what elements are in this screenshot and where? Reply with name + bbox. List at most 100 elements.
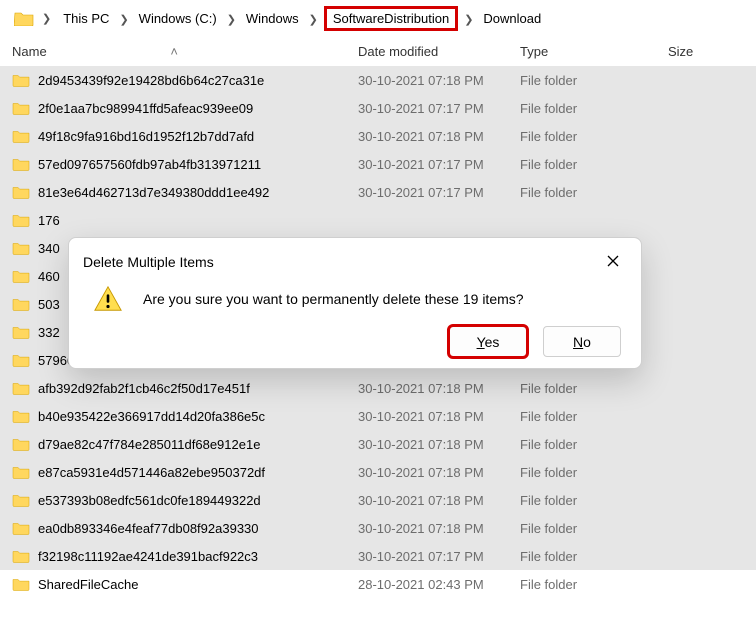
- file-row[interactable]: d79ae82c47f784e285011df68e912e1e 30-10-20…: [0, 430, 756, 458]
- file-type: File folder: [512, 157, 660, 172]
- folder-icon: [12, 549, 30, 563]
- file-date: 30-10-2021 07:18 PM: [350, 73, 512, 88]
- file-type: File folder: [512, 437, 660, 452]
- file-name: 49f18c9fa916bd16d1952f12b7dd7afd: [38, 129, 254, 144]
- file-name: 340: [38, 241, 60, 256]
- breadcrumb-separator: ❯: [303, 14, 324, 26]
- column-header-date[interactable]: Date modified: [350, 44, 512, 59]
- sort-indicator-icon: ˄: [170, 44, 180, 59]
- breadcrumb-item[interactable]: SoftwareDistribution: [324, 6, 458, 31]
- folder-icon: [12, 269, 30, 283]
- file-date: 30-10-2021 07:18 PM: [350, 129, 512, 144]
- folder-icon: [12, 185, 30, 199]
- file-row[interactable]: e87ca5931e4d571446a82ebe950372df 30-10-20…: [0, 458, 756, 486]
- file-name: 2d9453439f92e19428bd6b64c27ca31e: [38, 73, 264, 88]
- warning-icon: [93, 284, 123, 314]
- file-row[interactable]: 2d9453439f92e19428bd6b64c27ca31e 30-10-20…: [0, 66, 756, 94]
- yes-button[interactable]: Yes: [449, 326, 527, 357]
- file-row[interactable]: f32198c11192ae4241de391bacf922c3 30-10-20…: [0, 542, 756, 570]
- file-date: 30-10-2021 07:17 PM: [350, 157, 512, 172]
- file-type: File folder: [512, 577, 660, 592]
- file-row[interactable]: b40e935422e366917dd14d20fa386e5c 30-10-20…: [0, 402, 756, 430]
- root-folder-icon[interactable]: [14, 10, 34, 26]
- column-header-type[interactable]: Type: [512, 44, 660, 59]
- close-icon: [607, 255, 619, 270]
- file-type: File folder: [512, 521, 660, 536]
- folder-icon: [12, 73, 30, 87]
- file-date: 30-10-2021 07:18 PM: [350, 465, 512, 480]
- file-type: File folder: [512, 493, 660, 508]
- breadcrumb-separator: ❯: [221, 14, 242, 26]
- dialog-close-button[interactable]: [599, 248, 627, 276]
- file-type: File folder: [512, 381, 660, 396]
- breadcrumb-separator: ❯: [458, 14, 479, 26]
- no-button[interactable]: No: [543, 326, 621, 357]
- column-header-size[interactable]: Size: [660, 44, 744, 59]
- file-row[interactable]: SharedFileCache 28-10-2021 02:43 PMFile f…: [0, 570, 756, 598]
- folder-icon: [12, 325, 30, 339]
- file-row[interactable]: ea0db893346e4feaf77db08f92a3933030-10-20…: [0, 514, 756, 542]
- file-name: 503: [38, 297, 60, 312]
- folder-icon: [12, 129, 30, 143]
- breadcrumb-separator: ❯: [36, 12, 57, 25]
- breadcrumb-item[interactable]: Windows (C:): [135, 9, 221, 28]
- file-date: 30-10-2021 07:18 PM: [350, 381, 512, 396]
- delete-confirmation-dialog: Delete Multiple Items Are you sure you w…: [68, 237, 642, 369]
- folder-icon: [12, 101, 30, 115]
- file-date: 30-10-2021 07:17 PM: [350, 185, 512, 200]
- folder-icon: [12, 437, 30, 451]
- breadcrumb-item[interactable]: Windows: [242, 9, 303, 28]
- breadcrumb: ❯ This PC❯Windows (C:)❯Windows❯SoftwareD…: [0, 0, 756, 36]
- folder-icon: [12, 157, 30, 171]
- file-type: File folder: [512, 185, 660, 200]
- file-name: f32198c11192ae4241de391bacf922c3: [38, 549, 258, 564]
- folder-icon: [12, 409, 30, 423]
- file-name: 332: [38, 325, 60, 340]
- file-row[interactable]: 176: [0, 206, 756, 234]
- file-type: File folder: [512, 465, 660, 480]
- file-row[interactable]: e537393b08edfc561dc0fe189449322d 30-10-20…: [0, 486, 756, 514]
- file-type: File folder: [512, 73, 660, 88]
- breadcrumb-separator: ❯: [113, 14, 134, 26]
- file-name: b40e935422e366917dd14d20fa386e5c: [38, 409, 265, 424]
- file-row[interactable]: 2f0e1aa7bc989941ffd5afeac939ee09 30-10-20…: [0, 94, 756, 122]
- file-date: 30-10-2021 07:17 PM: [350, 101, 512, 116]
- file-type: File folder: [512, 101, 660, 116]
- file-type: File folder: [512, 409, 660, 424]
- file-row[interactable]: 57ed097657560fdb97ab4fb313971211 30-10-20…: [0, 150, 756, 178]
- file-name: afb392d92fab2f1cb46c2f50d17e451f: [38, 381, 250, 396]
- folder-icon: [12, 381, 30, 395]
- folder-icon: [12, 241, 30, 255]
- folder-icon: [12, 577, 30, 591]
- folder-icon: [12, 297, 30, 311]
- dialog-title: Delete Multiple Items: [83, 254, 214, 270]
- file-name: e87ca5931e4d571446a82ebe950372df: [38, 465, 265, 480]
- column-header-name[interactable]: Name ˄: [12, 44, 350, 59]
- folder-icon: [12, 521, 30, 535]
- file-name: 57ed097657560fdb97ab4fb313971211: [38, 157, 261, 172]
- dialog-message: Are you sure you want to permanently del…: [143, 291, 524, 307]
- file-row[interactable]: 81e3e64d462713d7e349380ddd1ee492 30-10-20…: [0, 178, 756, 206]
- folder-icon: [12, 465, 30, 479]
- folder-icon: [12, 213, 30, 227]
- file-date: 30-10-2021 07:17 PM: [350, 549, 512, 564]
- file-date: 30-10-2021 07:18 PM: [350, 521, 512, 536]
- file-type: File folder: [512, 549, 660, 564]
- breadcrumb-item[interactable]: This PC: [59, 9, 113, 28]
- file-date: 28-10-2021 02:43 PM: [350, 577, 512, 592]
- file-name: e537393b08edfc561dc0fe189449322d: [38, 493, 261, 508]
- file-name: SharedFileCache: [38, 577, 138, 592]
- file-row[interactable]: afb392d92fab2f1cb46c2f50d17e451f 30-10-20…: [0, 374, 756, 402]
- file-name: 460: [38, 269, 60, 284]
- folder-icon: [12, 353, 30, 367]
- file-row[interactable]: 49f18c9fa916bd16d1952f12b7dd7afd 30-10-20…: [0, 122, 756, 150]
- breadcrumb-item[interactable]: Download: [479, 9, 545, 28]
- file-date: 30-10-2021 07:18 PM: [350, 437, 512, 452]
- file-date: 30-10-2021 07:18 PM: [350, 409, 512, 424]
- file-name: 81e3e64d462713d7e349380ddd1ee492: [38, 185, 269, 200]
- file-type: File folder: [512, 129, 660, 144]
- file-date: 30-10-2021 07:18 PM: [350, 493, 512, 508]
- column-name-label: Name: [12, 44, 47, 59]
- file-name: d79ae82c47f784e285011df68e912e1e: [38, 437, 260, 452]
- file-name: 2f0e1aa7bc989941ffd5afeac939ee09: [38, 101, 253, 116]
